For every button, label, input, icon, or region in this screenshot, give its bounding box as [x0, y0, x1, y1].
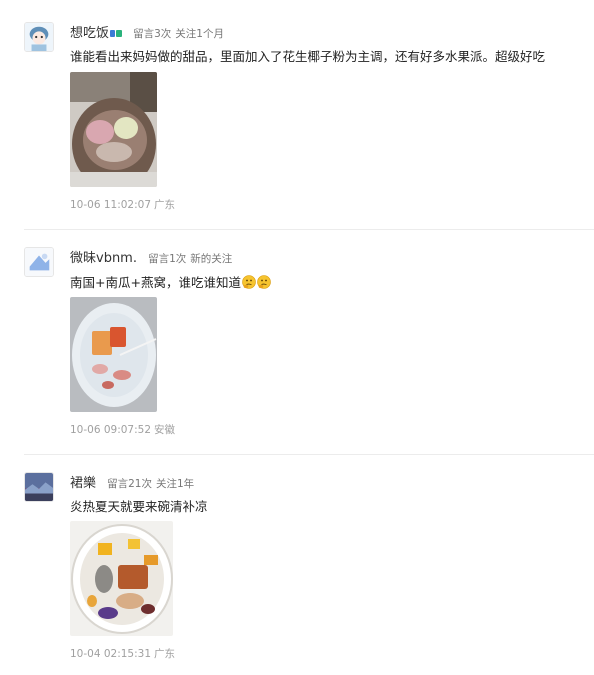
- timestamp: 10-06 11:02:07: [70, 199, 152, 211]
- comment-meta: 微昧vbnm. 留言1次 新的关注: [70, 249, 233, 266]
- qingbuliang-photo[interactable]: [70, 521, 173, 636]
- location: 安徽: [154, 424, 176, 436]
- avatar-image: [25, 248, 53, 276]
- divider: [24, 454, 594, 455]
- comment-text: 炎热夏天就要来碗清补凉: [70, 499, 208, 514]
- message-count: 留言3次: [133, 28, 172, 40]
- location: 广东: [154, 648, 176, 660]
- avatar[interactable]: [24, 22, 54, 52]
- comment-footer: 10-06 11:02:07 广东: [70, 197, 175, 212]
- message-count: 留言21次: [107, 478, 152, 490]
- message-count: 留言1次: [148, 253, 187, 265]
- avatar[interactable]: [24, 472, 54, 502]
- timestamp: 10-06 09:07:52: [70, 424, 152, 436]
- timestamp: 10-04 02:15:31: [70, 648, 152, 660]
- username[interactable]: 想吃饭: [70, 26, 109, 41]
- avatar[interactable]: [24, 247, 54, 277]
- comment-meta: 裙樂 留言21次 关注1年: [70, 474, 195, 491]
- avatar-image: [25, 23, 53, 51]
- comment-text: 谁能看出来妈妈做的甜品，里面加入了花生椰子粉为主调，还有好多水果派。超级好吃: [70, 49, 546, 64]
- bird-nest-dessert-photo[interactable]: [70, 297, 157, 412]
- divider: [24, 229, 594, 230]
- comment-text: 南国+南瓜+燕窝，谁吃谁知道: [70, 275, 241, 290]
- username[interactable]: 微昧vbnm.: [70, 251, 137, 266]
- comment-text-line: 南国+南瓜+燕窝，谁吃谁知道: [70, 273, 271, 293]
- username[interactable]: 裙樂: [70, 476, 96, 491]
- follow-status: 关注1个月: [175, 28, 224, 40]
- follow-status: 关注1年: [155, 478, 195, 490]
- location: 广东: [154, 199, 176, 211]
- tag-badge-icon: [110, 29, 123, 38]
- follow-status: 新的关注: [190, 253, 233, 265]
- dessert-photo[interactable]: [70, 72, 157, 187]
- comment-footer: 10-06 09:07:52 安徽: [70, 422, 175, 437]
- thinking-face-icon: [242, 275, 256, 289]
- avatar-image: [25, 473, 53, 501]
- thinking-face-icon: [257, 275, 271, 289]
- comment-footer: 10-04 02:15:31 广东: [70, 646, 175, 661]
- comment-meta: 想吃饭 留言3次 关注1个月: [70, 24, 224, 41]
